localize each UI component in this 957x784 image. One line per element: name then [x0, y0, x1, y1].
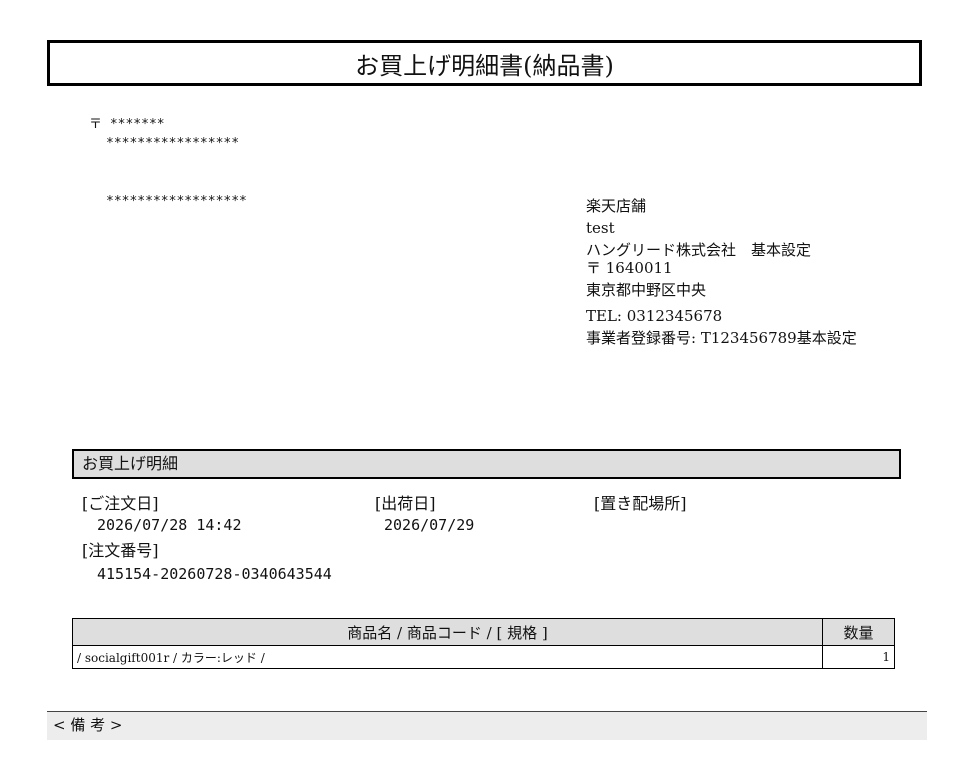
store-address: 東京都中野区中央 [586, 281, 707, 299]
items-header-row: 商品名 / 商品コード / [ 規格 ] 数量 [72, 618, 895, 646]
order-number-value: 415154-20260728-0340643544 [97, 565, 332, 583]
document-title: お買上げ明細書(納品書) [47, 40, 922, 86]
items-table: 商品名 / 商品コード / [ 規格 ] 数量 / socialgift001r… [72, 618, 895, 669]
document-title-text: お買上げ明細書(納品書) [355, 51, 614, 80]
item-quantity: 1 [822, 645, 895, 669]
item-product: / socialgift001r / カラー:レッド / [72, 645, 823, 669]
store-name: 楽天店舗 [586, 197, 647, 215]
remarks-bar: < 備 考 > [47, 711, 927, 740]
recipient-name: ****************** [106, 194, 247, 209]
order-number-label: [注文番号] [82, 541, 159, 560]
delivery-place-label: [置き配場所] [594, 494, 687, 513]
store-sub: test [586, 219, 615, 237]
order-date-label: [ご注文日] [82, 494, 159, 513]
ship-date-value: 2026/07/29 [384, 516, 475, 534]
store-info: 楽天店舗 test ハングリード株式会社 基本設定 〒 1640011 東京都中… [586, 195, 857, 349]
details-section-header: お買上げ明細 [72, 449, 901, 479]
order-date-value: 2026/07/28 14:42 [97, 516, 242, 534]
recipient-address: ***************** [106, 136, 240, 151]
ship-date-label: [出荷日] [375, 494, 436, 513]
header-quantity: 数量 [822, 618, 895, 646]
store-tel: TEL: 0312345678 [586, 307, 723, 325]
store-registration: 事業者登録番号: T123456789基本設定 [586, 329, 857, 347]
remarks-label: < 備 考 > [53, 716, 123, 734]
recipient-postal: 〒 ******* [89, 117, 165, 132]
table-row: / socialgift001r / カラー:レッド / 1 [72, 645, 895, 669]
header-product: 商品名 / 商品コード / [ 規格 ] [72, 618, 823, 646]
